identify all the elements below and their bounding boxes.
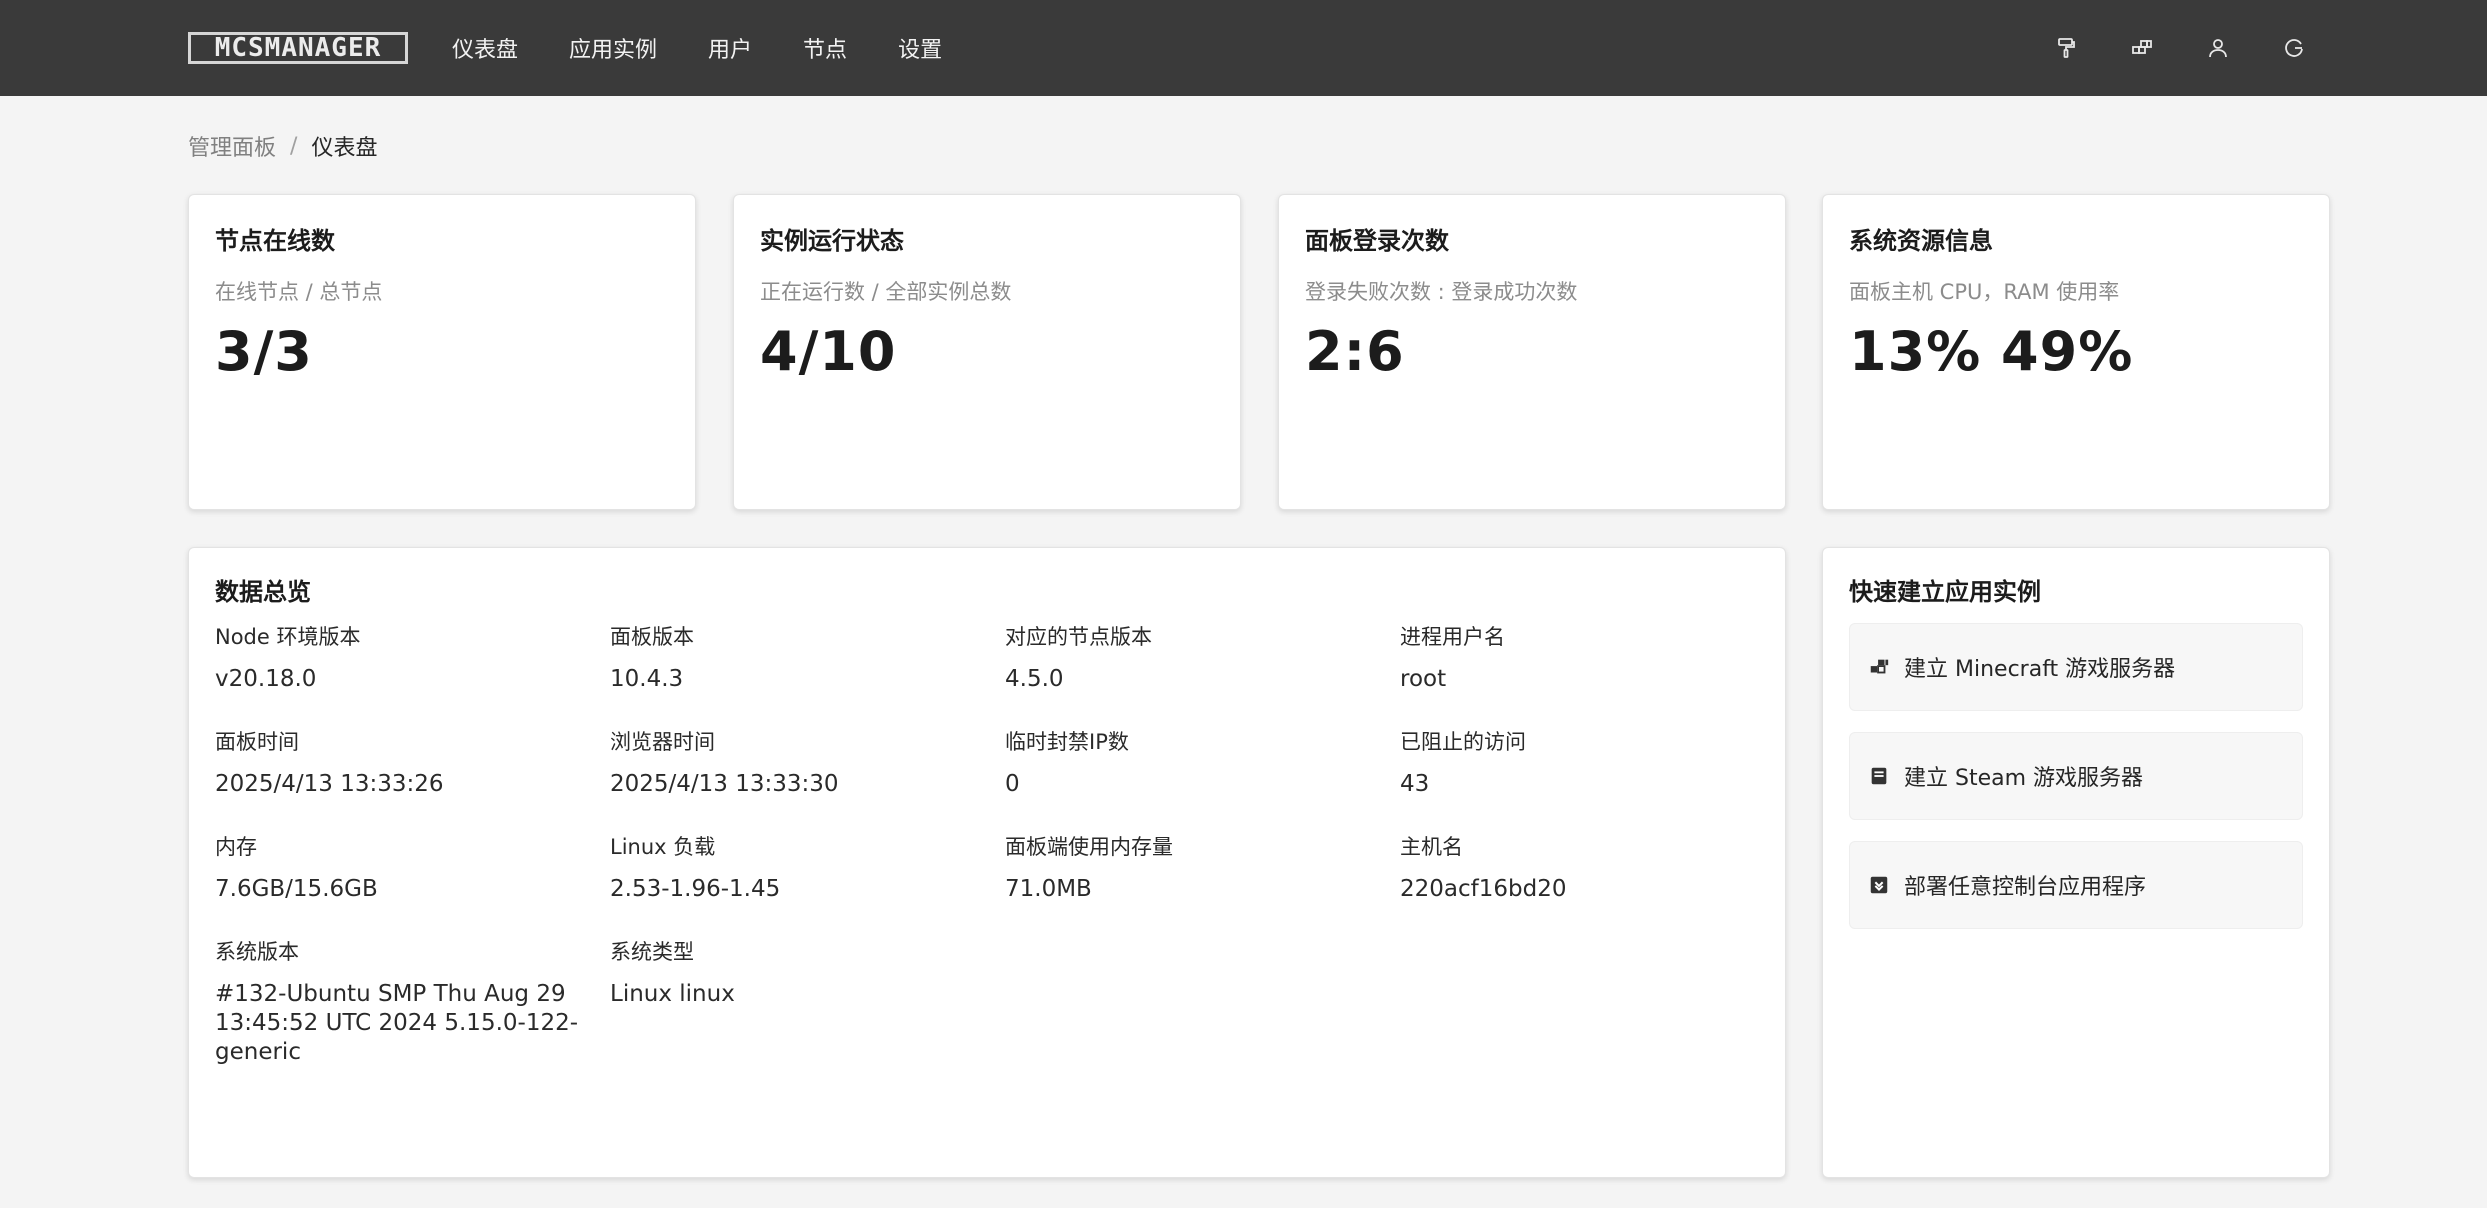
overview-value: 0 (1005, 771, 1020, 797)
overview-item-panel-time: 面板时间 2025/4/13 13:33:26 (215, 726, 610, 831)
overview-item-linux-load: Linux 负载 2.53-1.96-1.45 (610, 831, 1005, 936)
breadcrumb-separator: / (290, 133, 298, 159)
stat-card-nodes-online: 节点在线数 在线节点 / 总节点 3/3 (188, 194, 696, 510)
logout-button[interactable] (2276, 30, 2312, 66)
overview-label: 进程用户名 (1400, 625, 1505, 649)
overview-grid: Node 环境版本 v20.18.0 面板版本 10.4.3 对应的节点版本 4… (215, 621, 1759, 1067)
overview-value: Linux linux (610, 981, 735, 1007)
stat-value: 4/10 (760, 320, 897, 383)
quick-create-card: 快速建立应用实例 建立 Minecraft 游戏服务器 建立 Steam 游戏服… (1822, 547, 2330, 1178)
nav-dashboard[interactable]: 仪表盘 (452, 32, 518, 64)
overview-item-memory: 内存 7.6GB/15.6GB (215, 831, 610, 936)
main-nav: 仪表盘 应用实例 用户 节点 设置 (452, 32, 993, 64)
overview-item-browser-time: 浏览器时间 2025/4/13 13:33:30 (610, 726, 1005, 831)
top-navigation-bar: MCSMANAGER 仪表盘 应用实例 用户 节点 设置 (0, 0, 2487, 96)
overview-item-process-user: 进程用户名 root (1400, 621, 1795, 726)
quick-item-label: 建立 Steam 游戏服务器 (1904, 766, 2144, 791)
stat-value: 3/3 (215, 320, 313, 383)
logout-icon (2285, 39, 2303, 57)
overview-value: 2025/4/13 13:33:26 (215, 771, 444, 797)
user-button[interactable] (2200, 30, 2236, 66)
quick-item-label: 部署任意控制台应用程序 (1904, 875, 2147, 900)
overview-label: 系统版本 (215, 940, 299, 964)
create-steam-server-button[interactable]: 建立 Steam 游戏服务器 (1849, 732, 2303, 820)
mcsmanager-logo[interactable]: MCSMANAGER (188, 32, 408, 64)
stat-card-instance-status: 实例运行状态 正在运行数 / 全部实例总数 4/10 (733, 194, 1241, 510)
quick-item-label: 建立 Minecraft 游戏服务器 (1904, 657, 2176, 682)
overview-value: 7.6GB/15.6GB (215, 876, 378, 902)
layout-button[interactable] (2124, 30, 2160, 66)
overview-label: 已阻止的访问 (1400, 730, 1526, 754)
overview-value: 71.0MB (1005, 876, 1092, 902)
overview-value: 10.4.3 (610, 666, 684, 692)
stat-subtitle: 登录失败次数 : 登录成功次数 (1305, 280, 1578, 304)
overview-label: 系统类型 (610, 940, 694, 964)
breadcrumb-current: 仪表盘 (311, 136, 378, 161)
overview-item-daemon-version: 对应的节点版本 4.5.0 (1005, 621, 1400, 726)
stat-card-login-count: 面板登录次数 登录失败次数 : 登录成功次数 2:6 (1278, 194, 1786, 510)
stat-title: 面板登录次数 (1305, 227, 1449, 255)
steam-box-icon (1871, 767, 1887, 785)
stat-value: 13% 49% (1849, 320, 2134, 383)
overview-value: #132-Ubuntu SMP Thu Aug 29 13:45:52 UTC … (215, 981, 579, 1065)
overview-label: 临时封禁IP数 (1005, 730, 1129, 754)
overview-value: root (1400, 666, 1447, 692)
overview-label: Linux 负载 (610, 835, 716, 859)
paint-roller-icon (2058, 38, 2075, 58)
overview-value: 220acf16bd20 (1400, 876, 1567, 902)
stat-subtitle: 面板主机 CPU，RAM 使用率 (1849, 280, 2120, 304)
stat-title: 系统资源信息 (1849, 227, 1993, 255)
overview-title: 数据总览 (215, 578, 311, 606)
overview-value: 2.53-1.96-1.45 (610, 876, 781, 902)
breadcrumb-parent[interactable]: 管理面板 (188, 130, 276, 162)
stat-title: 实例运行状态 (760, 227, 904, 255)
quick-create-title: 快速建立应用实例 (1849, 578, 2041, 606)
overview-value: v20.18.0 (215, 666, 317, 692)
deploy-console-app-button[interactable]: 部署任意控制台应用程序 (1849, 841, 2303, 929)
overview-label: 主机名 (1400, 835, 1463, 859)
create-minecraft-server-button[interactable]: 建立 Minecraft 游戏服务器 (1849, 623, 2303, 711)
overview-label: 面板版本 (610, 625, 694, 649)
download-box-icon (1870, 876, 1888, 894)
overview-item-node-version: Node 环境版本 v20.18.0 (215, 621, 610, 726)
nav-instances[interactable]: 应用实例 (569, 32, 657, 64)
overview-label: Node 环境版本 (215, 625, 361, 649)
overview-label: 面板端使用内存量 (1005, 835, 1173, 859)
overview-value: 4.5.0 (1005, 666, 1064, 692)
overview-label: 浏览器时间 (610, 730, 715, 754)
overview-item-blocked-access: 已阻止的访问 43 (1400, 726, 1795, 831)
breadcrumb: 管理面板 / 仪表盘 (188, 130, 377, 162)
header-actions (2048, 30, 2352, 66)
overview-value: 2025/4/13 13:33:30 (610, 771, 839, 797)
data-overview-card: 数据总览 Node 环境版本 v20.18.0 面板版本 10.4.3 对应的节… (188, 547, 1786, 1178)
minecraft-blocks-icon (1870, 659, 1889, 674)
overview-label: 内存 (215, 835, 257, 859)
quick-create-list: 建立 Minecraft 游戏服务器 建立 Steam 游戏服务器 部署任意控制… (1849, 623, 2303, 929)
overview-item-system-type: 系统类型 Linux linux (610, 936, 1005, 1067)
blocks-icon (2132, 40, 2152, 54)
stat-subtitle: 正在运行数 / 全部实例总数 (760, 280, 1012, 304)
overview-item-system-version: 系统版本 #132-Ubuntu SMP Thu Aug 29 13:45:52… (215, 936, 610, 1067)
theme-button[interactable] (2048, 30, 2084, 66)
stat-subtitle: 在线节点 / 总节点 (215, 280, 383, 304)
stat-card-system-resources: 系统资源信息 面板主机 CPU，RAM 使用率 13% 49% (1822, 194, 2330, 510)
nav-nodes[interactable]: 节点 (803, 32, 847, 64)
nav-settings[interactable]: 设置 (898, 32, 942, 64)
overview-item-panel-memory: 面板端使用内存量 71.0MB (1005, 831, 1400, 936)
user-icon (2209, 39, 2227, 58)
overview-value: 43 (1400, 771, 1430, 797)
nav-users[interactable]: 用户 (708, 32, 752, 64)
overview-label: 面板时间 (215, 730, 299, 754)
overview-item-hostname: 主机名 220acf16bd20 (1400, 831, 1795, 936)
stat-title: 节点在线数 (215, 227, 335, 255)
overview-label: 对应的节点版本 (1005, 625, 1152, 649)
overview-item-panel-version: 面板版本 10.4.3 (610, 621, 1005, 726)
stat-value: 2:6 (1305, 320, 1405, 383)
overview-item-banned-ips: 临时封禁IP数 0 (1005, 726, 1400, 831)
